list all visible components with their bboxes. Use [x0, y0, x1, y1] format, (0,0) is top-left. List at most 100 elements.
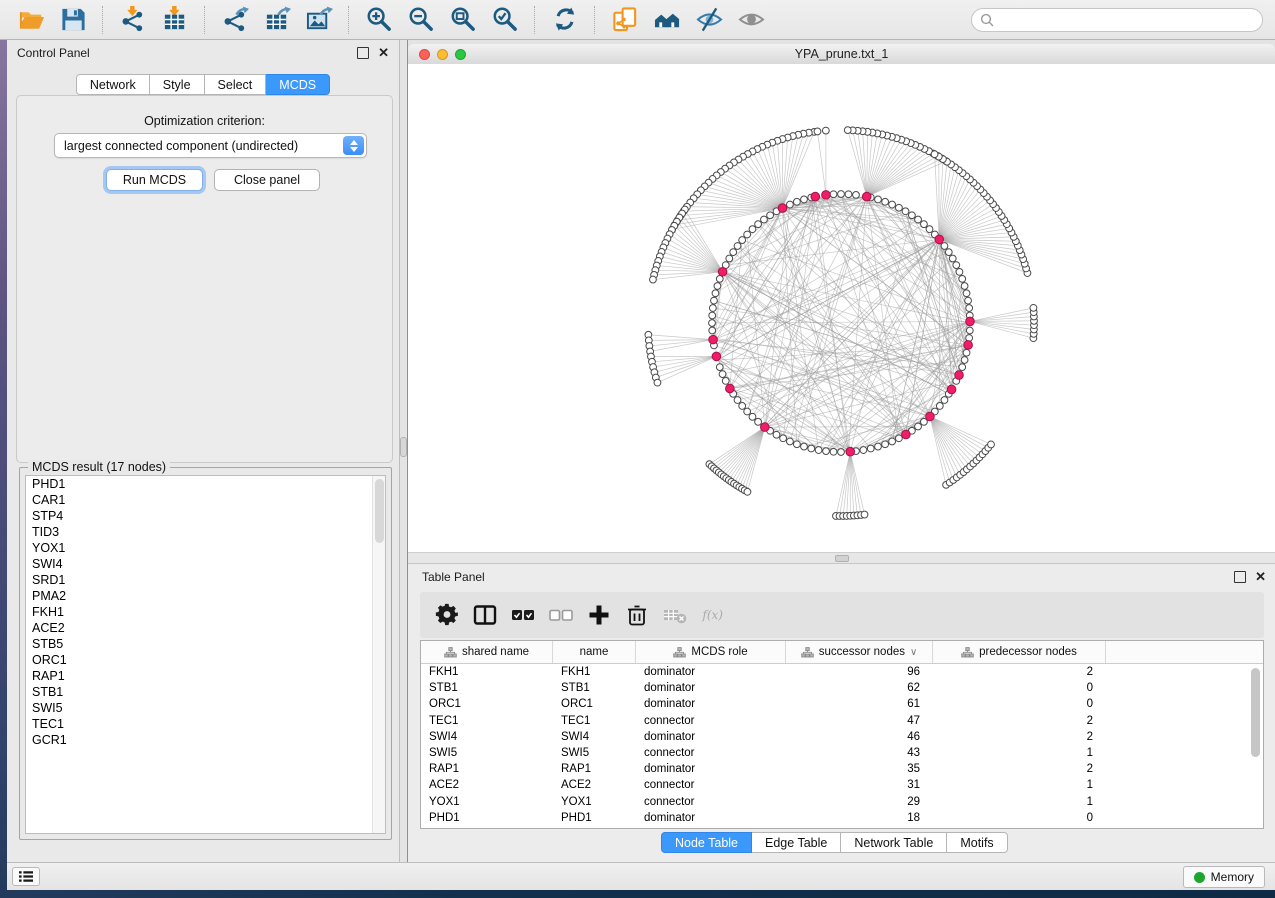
deselect-all-button[interactable]: [544, 598, 578, 632]
mcds-result-item[interactable]: FKH1: [26, 604, 385, 620]
column-header-name[interactable]: name: [553, 641, 636, 663]
show-all-button[interactable]: [734, 3, 768, 37]
column-header-predecessor-nodes[interactable]: predecessor nodes: [933, 641, 1106, 663]
mcds-result-item[interactable]: STB1: [26, 684, 385, 700]
mcds-result-item[interactable]: SWI5: [26, 700, 385, 716]
mcds-hub-node[interactable]: [966, 317, 975, 326]
horizontal-splitter[interactable]: [408, 552, 1275, 564]
mcds-hub-node[interactable]: [947, 385, 956, 394]
mcds-hub-node[interactable]: [761, 423, 770, 432]
tab-style[interactable]: Style: [150, 74, 205, 95]
splitter-grip[interactable]: [400, 437, 407, 457]
mcds-hub-node[interactable]: [718, 267, 727, 276]
mcds-result-item[interactable]: ORC1: [26, 652, 385, 668]
close-panel-button[interactable]: Close panel: [214, 169, 320, 191]
zoom-out-button[interactable]: [404, 3, 438, 37]
tab-node-table[interactable]: Node Table: [661, 832, 752, 853]
mcds-hub-node[interactable]: [726, 384, 735, 393]
zoom-in-button[interactable]: [362, 3, 396, 37]
mcds-hub-node[interactable]: [955, 371, 964, 380]
vertical-splitter[interactable]: [400, 40, 407, 862]
mcds-hub-node[interactable]: [964, 341, 973, 350]
column-header-shared-name[interactable]: shared name: [421, 641, 553, 663]
table-row[interactable]: ORC1ORC1dominator610: [421, 696, 1263, 712]
memory-button[interactable]: Memory: [1183, 866, 1265, 888]
panel-list-button[interactable]: [12, 867, 40, 886]
open-session-button[interactable]: [14, 3, 48, 37]
mcds-list-scrollbar[interactable]: [372, 476, 385, 833]
control-panel-close-button[interactable]: ✕: [378, 47, 389, 59]
zoom-fit-button[interactable]: [446, 3, 480, 37]
zoom-selected-button[interactable]: [488, 3, 522, 37]
mcds-hub-node[interactable]: [822, 191, 831, 200]
table-row[interactable]: SWI4SWI4dominator462: [421, 729, 1263, 745]
clone-network-button[interactable]: [608, 3, 642, 37]
mcds-result-item[interactable]: SWI4: [26, 556, 385, 572]
delete-column-button[interactable]: [620, 598, 654, 632]
mcds-result-item[interactable]: TEC1: [26, 716, 385, 732]
network-view[interactable]: [408, 64, 1275, 552]
network-graph[interactable]: [408, 64, 1275, 552]
run-mcds-button[interactable]: Run MCDS: [106, 169, 203, 191]
criterion-dropdown[interactable]: largest connected component (undirected): [54, 133, 367, 158]
mcds-scrollbar-thumb[interactable]: [375, 479, 384, 543]
export-table-button[interactable]: [260, 3, 294, 37]
table-mode-button[interactable]: [468, 598, 502, 632]
mcds-result-item[interactable]: ACE2: [26, 620, 385, 636]
tab-mcds[interactable]: MCDS: [266, 74, 330, 95]
import-network-button[interactable]: [116, 3, 150, 37]
tab-edge-table[interactable]: Edge Table: [752, 832, 841, 853]
mcds-hub-node[interactable]: [862, 192, 871, 201]
table-panel-close-button[interactable]: ✕: [1255, 571, 1266, 583]
table-row[interactable]: STB1STB1dominator620: [421, 680, 1263, 696]
column-header-successor-nodes[interactable]: successor nodes∨: [786, 641, 933, 663]
hide-selected-button[interactable]: [692, 3, 726, 37]
tab-select[interactable]: Select: [205, 74, 267, 95]
table-row[interactable]: RAP1RAP1dominator352: [421, 761, 1263, 777]
mcds-result-item[interactable]: RAP1: [26, 668, 385, 684]
mcds-result-list[interactable]: PHD1CAR1STP4TID3YOX1SWI4SRD1PMA2FKH1ACE2…: [25, 475, 386, 834]
table-row[interactable]: FKH1FKH1dominator962: [421, 664, 1263, 680]
column-settings-button[interactable]: [430, 598, 464, 632]
mcds-hub-node[interactable]: [902, 430, 911, 439]
mcds-hub-node[interactable]: [778, 204, 787, 213]
mcds-result-item[interactable]: PHD1: [26, 476, 385, 492]
tab-motifs[interactable]: Motifs: [947, 832, 1007, 853]
table-panel-float-button[interactable]: [1234, 571, 1246, 583]
mcds-result-item[interactable]: YOX1: [26, 540, 385, 556]
table-scrollbar-thumb[interactable]: [1251, 668, 1260, 757]
splitter-grip[interactable]: [835, 555, 849, 562]
tab-network[interactable]: Network: [76, 74, 150, 95]
mcds-result-item[interactable]: CAR1: [26, 492, 385, 508]
table-row[interactable]: ACE2ACE2connector311: [421, 777, 1263, 793]
table-row[interactable]: YOX1YOX1connector291: [421, 794, 1263, 810]
mcds-hub-node[interactable]: [926, 412, 935, 421]
table-row[interactable]: TEC1TEC1connector472: [421, 713, 1263, 729]
select-all-button[interactable]: [506, 598, 540, 632]
mcds-hub-node[interactable]: [935, 235, 944, 244]
import-table-button[interactable]: [158, 3, 192, 37]
export-image-button[interactable]: [302, 3, 336, 37]
mcds-result-item[interactable]: GCR1: [26, 732, 385, 748]
column-header-MCDS-role[interactable]: MCDS role: [636, 641, 786, 663]
search-input[interactable]: [999, 10, 1262, 30]
mcds-hub-node[interactable]: [712, 352, 721, 361]
table-scrollbar[interactable]: [1249, 664, 1262, 828]
mcds-hub-node[interactable]: [811, 192, 820, 201]
mcds-result-item[interactable]: STB5: [26, 636, 385, 652]
node-table[interactable]: shared namenameMCDS rolesuccessor nodes∨…: [420, 640, 1264, 829]
mcds-hub-node[interactable]: [709, 335, 718, 344]
refresh-button[interactable]: [548, 3, 582, 37]
control-panel-float-button[interactable]: [357, 47, 369, 59]
export-network-button[interactable]: [218, 3, 252, 37]
first-neighbors-button[interactable]: [650, 3, 684, 37]
mcds-result-item[interactable]: TID3: [26, 524, 385, 540]
mcds-result-item[interactable]: SRD1: [26, 572, 385, 588]
table-row[interactable]: SWI5SWI5connector431: [421, 745, 1263, 761]
tab-network-table[interactable]: Network Table: [841, 832, 947, 853]
mcds-result-item[interactable]: STP4: [26, 508, 385, 524]
save-session-button[interactable]: [56, 3, 90, 37]
mcds-result-item[interactable]: PMA2: [26, 588, 385, 604]
mcds-hub-node[interactable]: [846, 447, 855, 456]
add-column-button[interactable]: [582, 598, 616, 632]
